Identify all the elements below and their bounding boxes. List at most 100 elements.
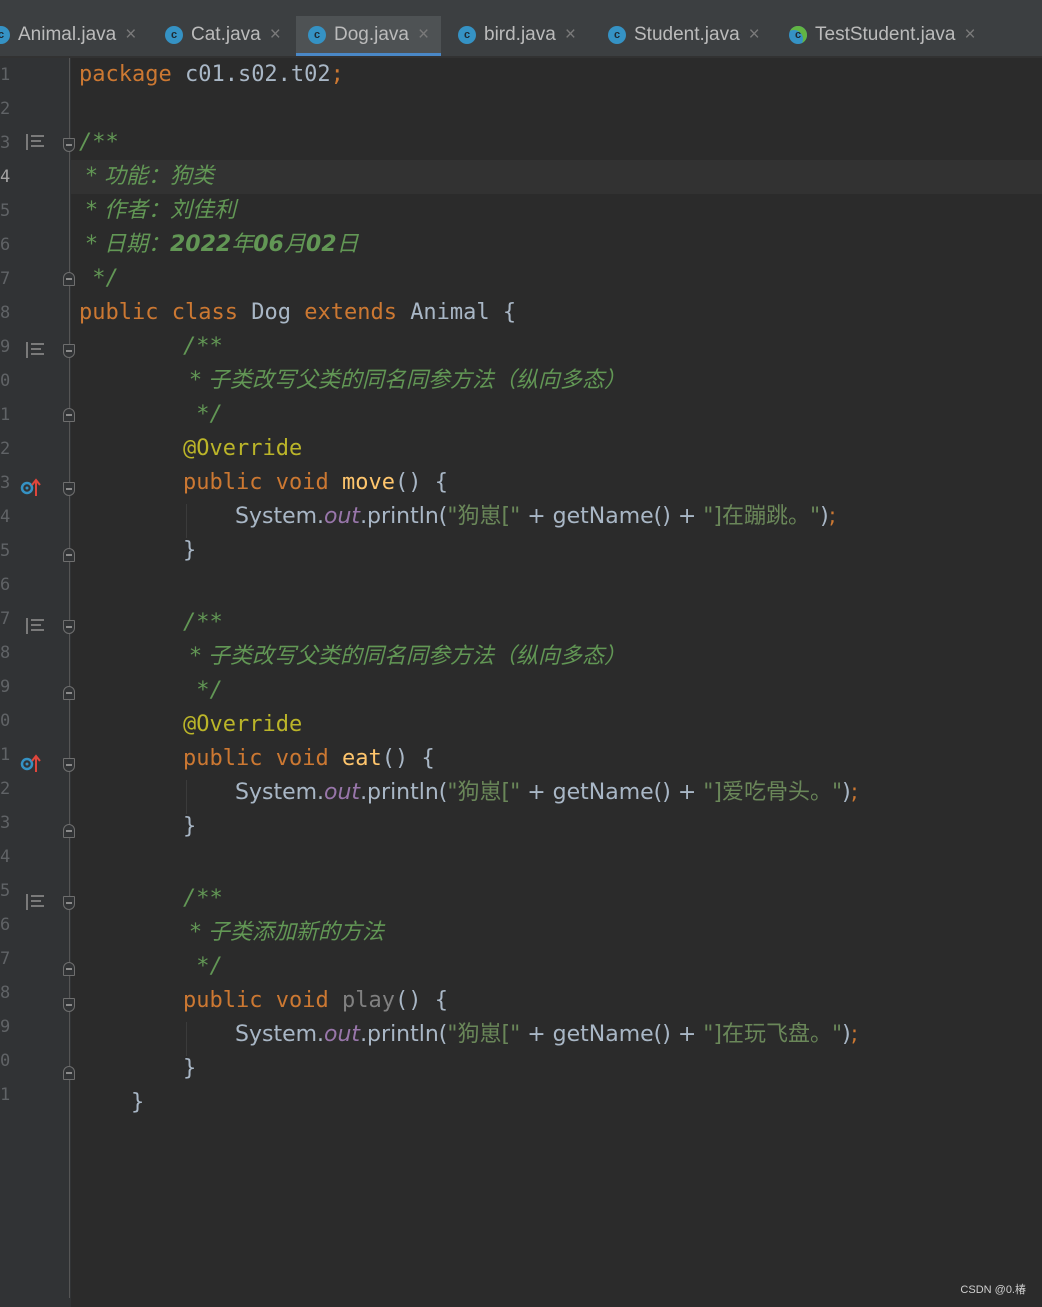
code-line-12: @Override — [183, 432, 302, 466]
method-call: .println( — [360, 780, 448, 805]
brace: } — [183, 814, 197, 839]
static-field: out — [324, 1022, 361, 1047]
doc-comment: /** — [79, 130, 119, 155]
code-editor[interactable]: package c01.s02.t02; /** * 功能：狗类 * 作者：刘佳… — [71, 58, 1042, 1298]
override-method-icon[interactable] — [20, 476, 42, 498]
code-line-23: } — [183, 810, 196, 844]
semicolon: ; — [850, 780, 859, 805]
close-icon[interactable]: × — [749, 24, 760, 46]
doc-comment-text: 月 — [283, 232, 306, 257]
indent-guide — [186, 1022, 187, 1056]
line-number: 9 — [0, 1017, 11, 1037]
line-number: 0 — [0, 1051, 11, 1071]
close-icon[interactable]: × — [125, 24, 136, 46]
close-icon[interactable]: × — [270, 24, 281, 46]
string-literal: "]爱吃骨头。" — [703, 780, 843, 805]
close-icon[interactable]: × — [418, 24, 429, 46]
method-call: .println( — [360, 504, 448, 529]
render-doc-icon[interactable] — [26, 894, 44, 910]
doc-comment: * 作者：刘佳利 — [79, 198, 236, 223]
code-line-13: public void move() { — [183, 466, 448, 500]
line-number: 5 — [0, 881, 11, 901]
keyword: class — [171, 300, 238, 325]
code-line-26: * 子类添加新的方法 — [183, 916, 384, 950]
class-ref: System. — [235, 1022, 325, 1047]
doc-comment-number: 06 — [253, 232, 284, 257]
line-number: 7 — [0, 949, 11, 969]
doc-comment-number: 2022 — [170, 232, 232, 257]
tab-cat-java[interactable]: c Cat.java × — [165, 14, 293, 56]
line-number: 6 — [0, 235, 11, 255]
tab-bird-java[interactable]: c bird.java × — [458, 14, 588, 56]
semicolon: ; — [828, 504, 837, 529]
tab-teststudent-java[interactable]: c TestStudent.java × — [789, 14, 988, 56]
code-line-19: */ — [183, 674, 223, 708]
string-literal: "狗崽[" — [447, 1022, 521, 1047]
tab-label: Cat.java — [191, 24, 261, 45]
annotation: @Override — [183, 436, 303, 461]
tab-dog-java[interactable]: c Dog.java × — [296, 16, 442, 56]
keyword: void — [275, 470, 329, 495]
class-file-icon: c — [608, 26, 626, 44]
line-number: 9 — [0, 677, 11, 697]
expression: + getName() + — [520, 1022, 704, 1047]
code-line-30: } — [183, 1052, 196, 1086]
tab-label: Animal.java — [18, 24, 117, 45]
keyword: public — [183, 470, 263, 495]
class-file-icon: c — [458, 26, 476, 44]
close-icon[interactable]: × — [964, 24, 975, 46]
class-ref: System. — [235, 780, 325, 805]
method-name: move — [341, 470, 395, 495]
code-line-17: /** — [183, 606, 223, 640]
expression: + getName() + — [520, 504, 704, 529]
code-line-3: /** — [79, 126, 119, 160]
keyword: void — [275, 988, 329, 1013]
string-literal: "狗崽[" — [447, 780, 521, 805]
method-name: eat — [341, 746, 382, 771]
keyword: extends — [304, 300, 397, 325]
punctuation: () { — [394, 988, 448, 1013]
tab-label: bird.java — [484, 24, 556, 45]
doc-comment: /** — [183, 334, 223, 359]
code-line-21: public void eat() { — [183, 742, 435, 776]
override-method-icon[interactable] — [20, 752, 42, 774]
doc-comment: */ — [183, 954, 223, 979]
parent-class-name: Animal — [410, 300, 490, 325]
render-doc-icon[interactable] — [26, 134, 44, 150]
code-line-8: public class Dog extends Animal { — [79, 296, 516, 330]
line-number: 6 — [0, 575, 11, 595]
render-doc-icon[interactable] — [26, 618, 44, 634]
doc-comment-text: 日 — [336, 232, 359, 257]
line-number: 6 — [0, 915, 11, 935]
close-icon[interactable]: × — [565, 24, 576, 46]
watermark: CSDN @0.椿 — [960, 1284, 1026, 1296]
doc-comment: * 日期：2022年06月02日 — [79, 232, 359, 257]
tab-label: Student.java — [634, 24, 740, 45]
punctuation: () { — [381, 746, 435, 771]
line-number: 2 — [0, 779, 11, 799]
tab-label: Dog.java — [334, 23, 409, 45]
doc-comment: * 功能：狗类 — [79, 164, 214, 189]
string-literal: "]在玩飞盘。" — [703, 1022, 843, 1047]
line-number: 9 — [0, 337, 11, 357]
line-number: 2 — [0, 99, 11, 119]
keyword: package — [79, 62, 172, 87]
code-line-7: */ — [79, 262, 119, 296]
line-number: 8 — [0, 303, 11, 323]
line-number: 4 — [0, 507, 11, 527]
tab-animal-java[interactable]: c Animal.java × — [0, 14, 148, 56]
editor-gutter: 1 2 3 4 5 6 7 8 9 0 1 2 3 4 5 6 7 8 9 0 … — [0, 58, 75, 1307]
annotation: @Override — [183, 712, 303, 737]
code-line-11: */ — [183, 398, 223, 432]
render-doc-icon[interactable] — [26, 342, 44, 358]
class-file-icon: c — [165, 26, 183, 44]
keyword: public — [79, 300, 159, 325]
line-number: 0 — [0, 711, 11, 731]
class-ref: System. — [235, 504, 325, 529]
brace: { — [502, 300, 517, 325]
line-number: 1 — [0, 405, 11, 425]
code-line-29: System.out.println("狗崽[" + getName() + "… — [235, 1018, 858, 1052]
tab-student-java[interactable]: c Student.java × — [608, 14, 772, 56]
line-number: 5 — [0, 201, 11, 221]
string-literal: "狗崽[" — [447, 504, 521, 529]
